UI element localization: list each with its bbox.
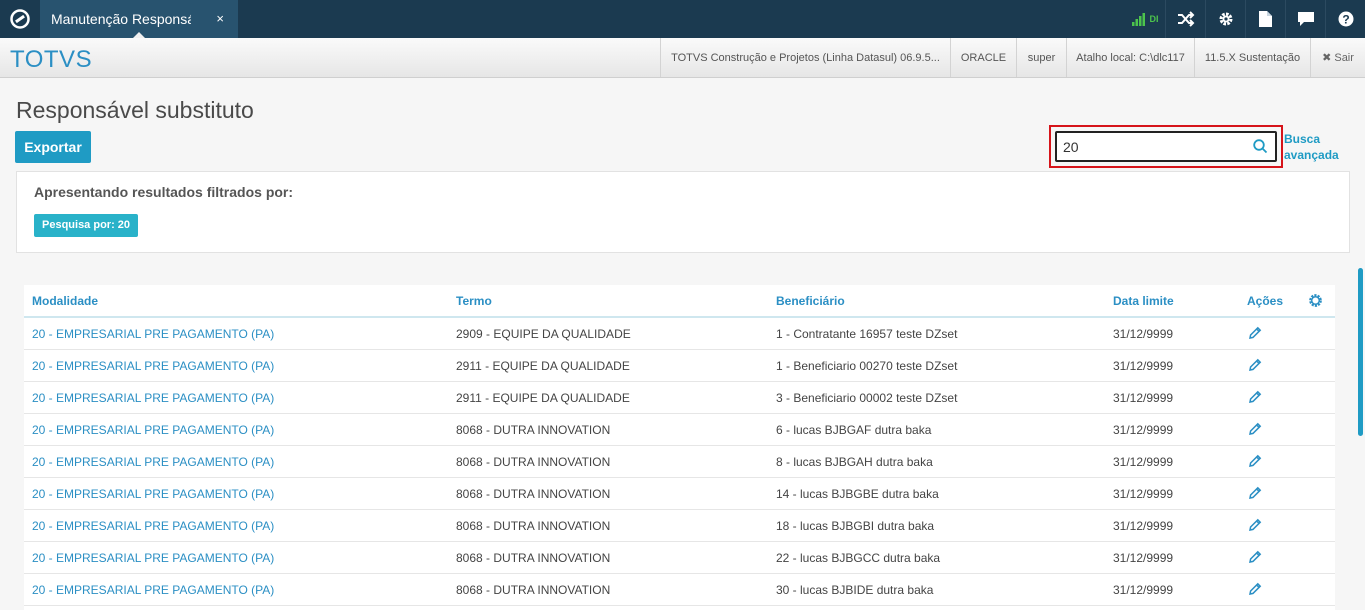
cell-modalidade[interactable]: 20 - EMPRESARIAL PRE PAGAMENTO (PA) <box>32 391 274 405</box>
cell-modalidade[interactable]: 20 - EMPRESARIAL PRE PAGAMENTO (PA) <box>32 583 274 597</box>
tab-label: Manutenção Responsável substituto <box>51 11 191 27</box>
advanced-search-line1: Busca <box>1284 132 1321 146</box>
cell-modalidade[interactable]: 20 - EMPRESARIAL PRE PAGAMENTO (PA) <box>32 423 274 437</box>
search-icon[interactable] <box>1253 139 1268 159</box>
cell-data-limite: 31/12/9999 <box>1113 551 1174 565</box>
header-beneficiario[interactable]: Beneficiário <box>776 294 845 308</box>
advanced-search-link[interactable]: Busca avançada <box>1284 131 1344 163</box>
scrollbar[interactable] <box>1358 268 1363 436</box>
cell-modalidade[interactable]: 20 - EMPRESARIAL PRE PAGAMENTO (PA) <box>32 455 274 469</box>
signal-icon[interactable]: DI <box>1125 0 1165 38</box>
cell-data-limite: 31/12/9999 <box>1113 487 1174 501</box>
cell-beneficiario: 18 - lucas BJBGBI dutra baka <box>776 519 935 533</box>
search-input[interactable] <box>1063 137 1243 157</box>
brand-logo[interactable]: TOTVS <box>10 46 92 74</box>
cell-beneficiario: 14 - lucas BJBGBE dutra baka <box>776 487 939 501</box>
cell-beneficiario: 1 - Contratante 16957 teste DZset <box>776 327 958 341</box>
cell-data-limite: 31/12/9999 <box>1113 519 1174 533</box>
cell-termo: 8068 - DUTRA INNOVATION <box>456 455 611 469</box>
tab-close-icon[interactable]: × <box>216 11 224 26</box>
edit-icon[interactable] <box>1248 422 1262 441</box>
cell-modalidade[interactable]: 20 - EMPRESARIAL PRE PAGAMENTO (PA) <box>32 487 274 501</box>
cell-data-limite: 31/12/9999 <box>1113 359 1174 373</box>
user-info: super <box>1016 38 1066 77</box>
cell-modalidade[interactable]: 20 - EMPRESARIAL PRE PAGAMENTO (PA) <box>32 551 274 565</box>
chat-icon[interactable] <box>1285 0 1325 38</box>
table-row[interactable]: 20 - EMPRESARIAL PRE PAGAMENTO (PA) 8068 … <box>24 574 1335 606</box>
top-bar: Manutenção Responsável substituto × DI <box>0 0 1365 38</box>
help-icon[interactable]: ? <box>1325 0 1365 38</box>
export-button[interactable]: Exportar <box>15 131 91 163</box>
header-modalidade[interactable]: Modalidade <box>32 294 98 308</box>
table-row[interactable]: 20 - EMPRESARIAL PRE PAGAMENTO (PA) 2911 … <box>24 382 1335 414</box>
cell-termo: 2911 - EQUIPE DA QUALIDADE <box>456 391 630 405</box>
cell-beneficiario: 3 - Beneficiario 00002 teste DZset <box>776 391 958 405</box>
shuffle-icon[interactable] <box>1165 0 1205 38</box>
gear-icon[interactable] <box>1205 0 1245 38</box>
table-row[interactable]: 20 - EMPRESARIAL PRE PAGAMENTO (PA) 8068 … <box>24 446 1335 478</box>
sub-header: TOTVS TOTVS Construção e Projetos (Linha… <box>0 38 1365 78</box>
cell-modalidade[interactable]: 20 - EMPRESARIAL PRE PAGAMENTO (PA) <box>32 327 274 341</box>
edit-icon[interactable] <box>1248 326 1262 345</box>
product-info: TOTVS Construção e Projetos (Linha Datas… <box>660 38 950 77</box>
table-row[interactable]: 20 - EMPRESARIAL PRE PAGAMENTO (PA) 2909 … <box>24 318 1335 350</box>
table-row[interactable]: 20 - EMPRESARIAL PRE PAGAMENTO (PA) 8068 … <box>24 542 1335 574</box>
cell-data-limite: 31/12/9999 <box>1113 455 1174 469</box>
search-box[interactable] <box>1055 131 1277 162</box>
table-header: Modalidade Termo Beneficiário Data limit… <box>24 285 1335 318</box>
edit-icon[interactable] <box>1248 454 1262 473</box>
shortcut-info: Atalho local: C:\dlc117 <box>1066 38 1194 77</box>
table-row[interactable]: 20 - EMPRESARIAL PRE PAGAMENTO (PA) 8068 … <box>24 478 1335 510</box>
edit-icon[interactable] <box>1248 390 1262 409</box>
svg-text:?: ? <box>1342 13 1349 27</box>
signal-label: DI <box>1149 14 1159 24</box>
cell-beneficiario: 8 - lucas BJBGAH dutra baka <box>776 455 933 469</box>
table-row[interactable]: 20 - EMPRESARIAL PRE PAGAMENTO (PA) 2911 … <box>24 350 1335 382</box>
edit-icon[interactable] <box>1248 582 1262 601</box>
cell-modalidade[interactable]: 20 - EMPRESARIAL PRE PAGAMENTO (PA) <box>32 519 274 533</box>
cell-termo: 2909 - EQUIPE DA QUALIDADE <box>456 327 631 341</box>
version-info: 11.5.X Sustentação <box>1194 38 1310 77</box>
edit-icon[interactable] <box>1248 550 1262 569</box>
filter-title: Apresentando resultados filtrados por: <box>34 184 294 200</box>
document-icon[interactable] <box>1245 0 1285 38</box>
cell-beneficiario: 30 - lucas BJBIDE dutra baka <box>776 583 934 597</box>
cell-data-limite: 31/12/9999 <box>1113 391 1174 405</box>
results-table: Modalidade Termo Beneficiário Data limit… <box>24 285 1335 610</box>
page-title: Responsável substituto <box>16 97 254 123</box>
top-icons: DI ? <box>1125 0 1365 38</box>
header-termo[interactable]: Termo <box>456 294 492 308</box>
table-row[interactable]: 20 - EMPRESARIAL PRE PAGAMENTO (PA) 8068 … <box>24 510 1335 542</box>
cell-beneficiario: 6 - lucas BJBGAF dutra baka <box>776 423 932 437</box>
cell-termo: 8068 - DUTRA INNOVATION <box>456 551 611 565</box>
filter-chip[interactable]: Pesquisa por: 20 <box>34 214 139 237</box>
database-info: ORACLE <box>950 38 1016 77</box>
advanced-search-line2: avançada <box>1284 148 1339 162</box>
cell-beneficiario: 22 - lucas BJBGCC dutra baka <box>776 551 941 565</box>
logout-button[interactable]: ✖ Sair <box>1310 38 1365 77</box>
cell-data-limite: 31/12/9999 <box>1113 327 1174 341</box>
tab-manutencao[interactable]: Manutenção Responsável substituto × <box>40 0 238 38</box>
totvs-logo-icon[interactable] <box>0 0 40 38</box>
cell-data-limite: 31/12/9999 <box>1113 583 1174 597</box>
cell-termo: 8068 - DUTRA INNOVATION <box>456 519 611 533</box>
cell-termo: 8068 - DUTRA INNOVATION <box>456 423 611 437</box>
header-acoes: Ações <box>1247 294 1284 308</box>
edit-icon[interactable] <box>1248 358 1262 377</box>
cell-beneficiario: 1 - Beneficiario 00270 teste DZset <box>776 359 958 373</box>
filter-panel: Apresentando resultados filtrados por: P… <box>16 171 1350 253</box>
cell-termo: 8068 - DUTRA INNOVATION <box>456 487 611 501</box>
edit-icon[interactable] <box>1248 518 1262 537</box>
edit-icon[interactable] <box>1248 486 1262 505</box>
cell-modalidade[interactable]: 20 - EMPRESARIAL PRE PAGAMENTO (PA) <box>32 359 274 373</box>
table-row[interactable]: 20 - EMPRESARIAL PRE PAGAMENTO (PA) 8068 … <box>24 414 1335 446</box>
cell-termo: 8068 - DUTRA INNOVATION <box>456 583 611 597</box>
column-settings-icon[interactable] <box>1308 293 1323 313</box>
header-data-limite[interactable]: Data limite <box>1113 294 1174 308</box>
cell-termo: 2911 - EQUIPE DA QUALIDADE <box>456 359 630 373</box>
cell-data-limite: 31/12/9999 <box>1113 423 1174 437</box>
